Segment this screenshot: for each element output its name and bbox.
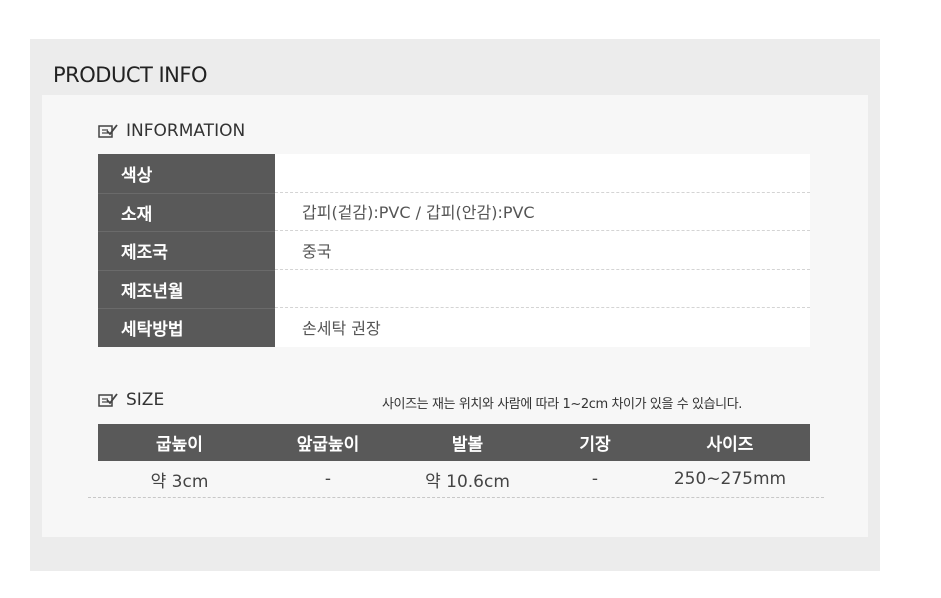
product-info-title: PRODUCT INFO [53, 63, 208, 87]
size-table-row: 약 3cm - 약 10.6cm - 250~275mm [88, 461, 824, 498]
checklist-icon [98, 123, 118, 139]
info-value: 갑피(겉감):PVC / 갑피(안감):PVC [275, 192, 810, 231]
size-header-cell: 사이즈 [706, 435, 754, 455]
size-value-cell: - [324, 469, 332, 489]
information-table: 색상 소재 갑피(겉감):PVC / 갑피(안감):PVC 제조국 중국 제조년… [98, 154, 810, 347]
size-header-cell: 앞굽높이 [296, 435, 360, 455]
information-heading: INFORMATION [98, 121, 245, 141]
information-heading-text: INFORMATION [126, 121, 246, 141]
size-header-cell: 발볼 [451, 435, 484, 455]
size-table-header: 굽높이 앞굽높이 발볼 기장 사이즈 [98, 424, 810, 461]
product-info-content: INFORMATION 색상 소재 갑피(겉감):PVC / 갑피(안감):PV… [42, 95, 868, 537]
size-value-cell: 250~275mm [673, 469, 787, 489]
size-value-cell: - [591, 469, 599, 489]
info-row-manufacture-date: 제조년월 [98, 269, 810, 308]
size-table: 굽높이 앞굽높이 발볼 기장 사이즈 약 3cm - 약 10.6cm - 25… [88, 424, 824, 498]
info-row-color: 색상 [98, 154, 810, 193]
info-value: 중국 [275, 231, 810, 270]
product-info-panel: PRODUCT INFO INFORMATION 색상 소재 갑피(겉감):PV… [30, 39, 880, 571]
info-label: 제조국 [98, 231, 275, 270]
info-label: 세탁방법 [98, 308, 275, 347]
info-row-material: 소재 갑피(겉감):PVC / 갑피(안감):PVC [98, 192, 810, 231]
info-row-washing: 세탁방법 손세탁 권장 [98, 308, 810, 347]
size-value-cell: 약 3cm [150, 471, 209, 492]
info-value [275, 269, 810, 308]
info-label: 색상 [98, 154, 275, 193]
size-heading: SIZE [98, 390, 164, 410]
checklist-icon [98, 392, 118, 408]
size-note: 사이즈는 재는 위치와 사람에 따라 1~2cm 차이가 있을 수 있습니다. [382, 397, 743, 412]
info-label: 제조년월 [98, 269, 275, 308]
info-label: 소재 [98, 192, 275, 231]
info-row-country: 제조국 중국 [98, 231, 810, 270]
size-header-cell: 굽높이 [156, 435, 203, 455]
size-header-cell: 기장 [579, 435, 611, 455]
info-value [275, 154, 810, 193]
size-value-cell: 약 10.6cm [425, 471, 510, 492]
size-heading-text: SIZE [126, 390, 165, 410]
info-value: 손세탁 권장 [275, 308, 810, 347]
